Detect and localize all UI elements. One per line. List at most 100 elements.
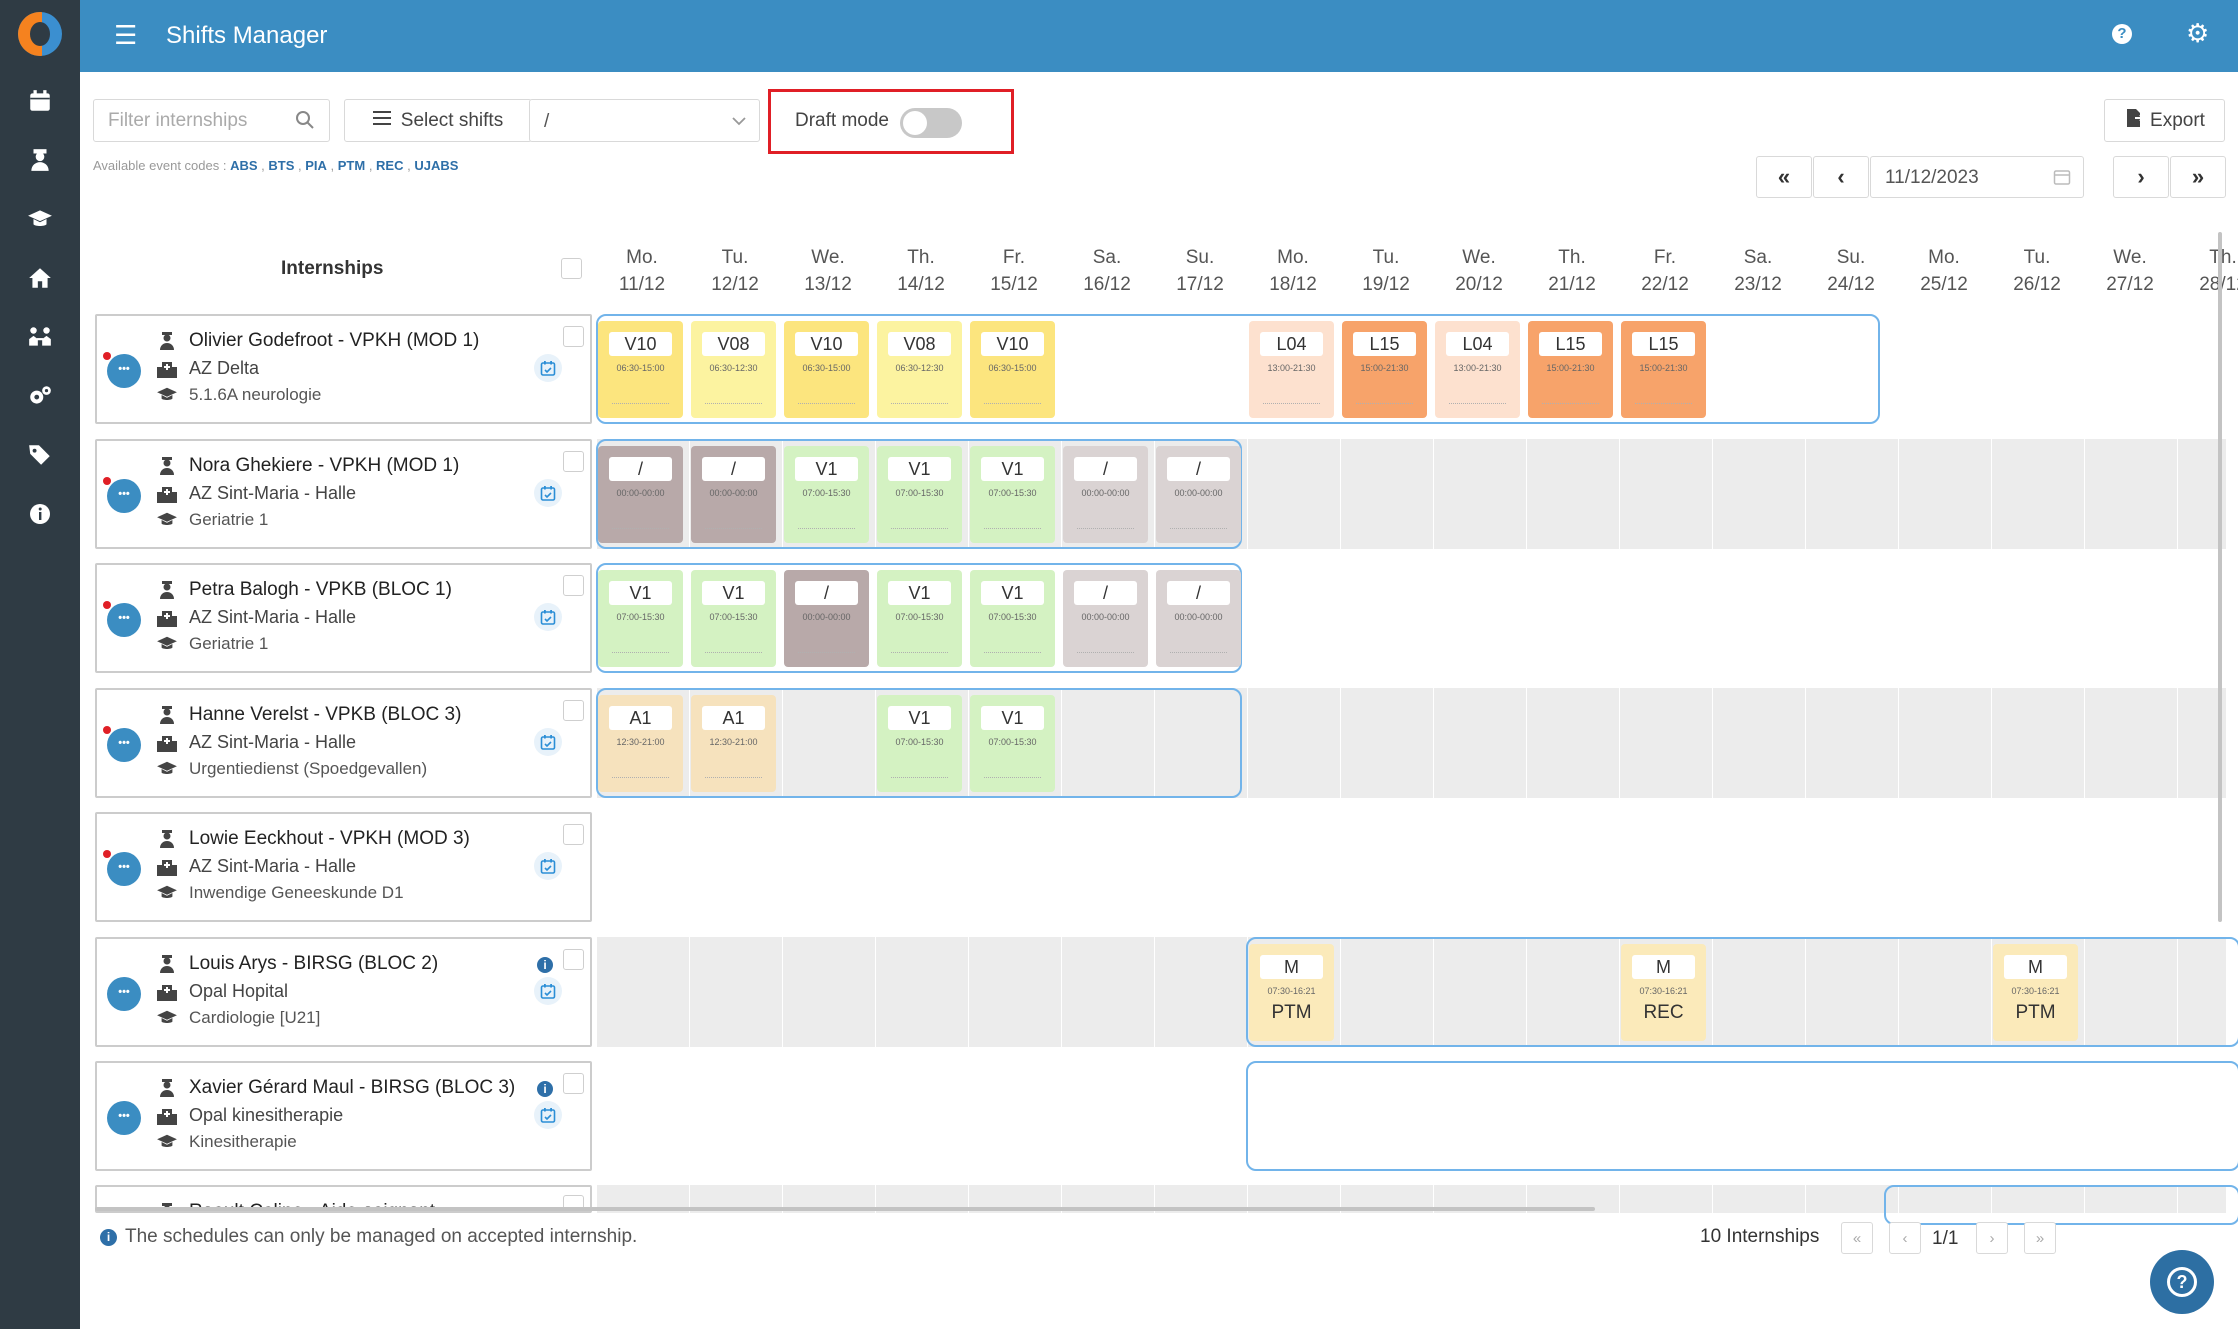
shift-block[interactable]: V10 06:30-15:00: [970, 321, 1055, 418]
shift-block[interactable]: V1 07:00-15:30: [877, 695, 962, 792]
shift-block[interactable]: / 00:00-00:00: [1156, 570, 1241, 667]
shift-block[interactable]: L15 15:00-21:30: [1342, 321, 1427, 418]
info-icon[interactable]: i: [537, 957, 553, 973]
first-page-button[interactable]: «: [1841, 1222, 1873, 1254]
shift-block[interactable]: V08 06:30-12:30: [877, 321, 962, 418]
horizontal-scrollbar[interactable]: [95, 1207, 1595, 1211]
internship-card[interactable]: ••• Petra Balogh - VPKB (BLOC 1) AZ Sint-M…: [95, 563, 592, 673]
schedule-calendar-button[interactable]: [534, 728, 562, 756]
shift-block[interactable]: V1 07:00-15:30: [691, 570, 776, 667]
more-options-button[interactable]: •••: [107, 728, 141, 762]
tags-icon[interactable]: [0, 426, 80, 484]
next-page-button[interactable]: ›: [1976, 1222, 2008, 1254]
internship-card[interactable]: ••• Hanne Verelst - VPKB (BLOC 3) AZ Sint-…: [95, 688, 592, 798]
internship-name[interactable]: Nora Ghekiere - VPKH (MOD 1): [189, 455, 459, 477]
shift-block[interactable]: M 07:30-16:21 PTM: [1993, 944, 2078, 1041]
row-checkbox[interactable]: [563, 700, 584, 721]
gear-icon[interactable]: ⚙: [2186, 18, 2209, 48]
more-options-button[interactable]: •••: [107, 354, 141, 388]
shift-block[interactable]: / 00:00-00:00: [1156, 446, 1241, 543]
shift-block[interactable]: L15 15:00-21:30: [1528, 321, 1613, 418]
schedule-calendar-button[interactable]: [534, 852, 562, 880]
search-icon[interactable]: [295, 110, 315, 135]
menu-icon[interactable]: ☰: [114, 22, 137, 48]
more-options-button[interactable]: •••: [107, 977, 141, 1011]
row-checkbox[interactable]: [563, 1073, 584, 1094]
internship-name[interactable]: Petra Balogh - VPKB (BLOC 1): [189, 579, 452, 601]
select-shifts-button[interactable]: Select shifts: [344, 99, 532, 142]
more-options-button[interactable]: •••: [107, 603, 141, 637]
student-icon[interactable]: [0, 131, 80, 189]
cogs-icon[interactable]: [0, 367, 80, 425]
shift-block[interactable]: V08 06:30-12:30: [691, 321, 776, 418]
shift-block[interactable]: V1 07:00-15:30: [598, 570, 683, 667]
internship-name[interactable]: Louis Arys - BIRSG (BLOC 2): [189, 953, 438, 975]
shift-block[interactable]: V1 07:00-15:30: [877, 446, 962, 543]
date-picker[interactable]: [1870, 156, 2084, 198]
shift-block[interactable]: V1 07:00-15:30: [784, 446, 869, 543]
shift-block[interactable]: L04 13:00-21:30: [1435, 321, 1520, 418]
internship-name[interactable]: Xavier Gérard Maul - BIRSG (BLOC 3): [189, 1077, 515, 1099]
select-all-checkbox[interactable]: [561, 258, 582, 279]
internship-name[interactable]: Olivier Godefroot - VPKH (MOD 1): [189, 330, 479, 352]
date-input[interactable]: [1885, 167, 2035, 189]
prev-period-button[interactable]: ‹: [1813, 156, 1869, 198]
filter-internships-input[interactable]: [108, 110, 288, 132]
last-page-button[interactable]: »: [2024, 1222, 2056, 1254]
draft-mode-toggle[interactable]: [900, 108, 962, 138]
shift-block[interactable]: L04 13:00-21:30: [1249, 321, 1334, 418]
calendar-icon[interactable]: [0, 72, 80, 130]
users-swap-icon[interactable]: [0, 308, 80, 366]
filter-internships-field[interactable]: [93, 99, 330, 142]
row-checkbox[interactable]: [563, 451, 584, 472]
home-icon[interactable]: [0, 249, 80, 307]
graduation-cap-icon[interactable]: [0, 190, 80, 248]
next-period-button[interactable]: ›: [2113, 156, 2169, 198]
shift-block[interactable]: / 00:00-00:00: [1063, 570, 1148, 667]
shift-block[interactable]: V1 07:00-15:30: [970, 446, 1055, 543]
more-options-button[interactable]: •••: [107, 1101, 141, 1135]
more-options-button[interactable]: •••: [107, 479, 141, 513]
row-checkbox[interactable]: [563, 949, 584, 970]
shift-block[interactable]: A1 12:30-21:00: [598, 695, 683, 792]
shift-block[interactable]: / 00:00-00:00: [1063, 446, 1148, 543]
shift-block[interactable]: V10 06:30-15:00: [598, 321, 683, 418]
prev-page-button[interactable]: ‹: [1889, 1222, 1921, 1254]
info-icon[interactable]: [0, 485, 80, 543]
shift-block[interactable]: M 07:30-16:21 REC: [1621, 944, 1706, 1041]
shift-block[interactable]: L15 15:00-21:30: [1621, 321, 1706, 418]
shift-block[interactable]: M 07:30-16:21 PTM: [1249, 944, 1334, 1041]
internship-card[interactable]: ••• Olivier Godefroot - VPKH (MOD 1) AZ De…: [95, 314, 592, 424]
help-icon[interactable]: ?: [2112, 24, 2132, 44]
first-period-button[interactable]: «: [1756, 156, 1812, 198]
internship-card[interactable]: ••• Nora Ghekiere - VPKH (MOD 1) AZ Sint-M…: [95, 439, 592, 549]
last-period-button[interactable]: »: [2170, 156, 2226, 198]
app-logo[interactable]: [18, 12, 62, 56]
internship-name[interactable]: Hanne Verelst - VPKB (BLOC 3): [189, 704, 461, 726]
row-checkbox[interactable]: [563, 326, 584, 347]
schedule-calendar-button[interactable]: [534, 354, 562, 382]
vertical-scrollbar[interactable]: [2218, 232, 2222, 922]
more-options-button[interactable]: •••: [107, 852, 141, 886]
internship-card[interactable]: ••• Louis Arys - BIRSG (BLOC 2) Opal Hopit…: [95, 937, 592, 1047]
internship-card[interactable]: ••• Lowie Eeckhout - VPKH (MOD 3) AZ Sint-…: [95, 812, 592, 922]
internship-name[interactable]: Lowie Eeckhout - VPKH (MOD 3): [189, 828, 470, 850]
shift-block[interactable]: / 00:00-00:00: [598, 446, 683, 543]
internship-card[interactable]: ••• Xavier Gérard Maul - BIRSG (BLOC 3) Op…: [95, 1061, 592, 1171]
row-checkbox[interactable]: [563, 575, 584, 596]
shift-block[interactable]: V1 07:00-15:30: [877, 570, 962, 667]
schedule-calendar-button[interactable]: [534, 977, 562, 1005]
export-button[interactable]: Export: [2104, 99, 2225, 142]
row-checkbox[interactable]: [563, 824, 584, 845]
help-chat-button[interactable]: ?: [2150, 1250, 2214, 1314]
shift-block[interactable]: / 00:00-00:00: [691, 446, 776, 543]
calendar-icon[interactable]: [2053, 168, 2071, 191]
info-icon[interactable]: i: [537, 1081, 553, 1097]
shift-block[interactable]: V1 07:00-15:30: [970, 570, 1055, 667]
schedule-calendar-button[interactable]: [534, 603, 562, 631]
schedule-calendar-button[interactable]: [534, 479, 562, 507]
shift-block[interactable]: V10 06:30-15:00: [784, 321, 869, 418]
shift-block[interactable]: / 00:00-00:00: [784, 570, 869, 667]
shift-block[interactable]: A1 12:30-21:00: [691, 695, 776, 792]
shift-block[interactable]: V1 07:00-15:30: [970, 695, 1055, 792]
